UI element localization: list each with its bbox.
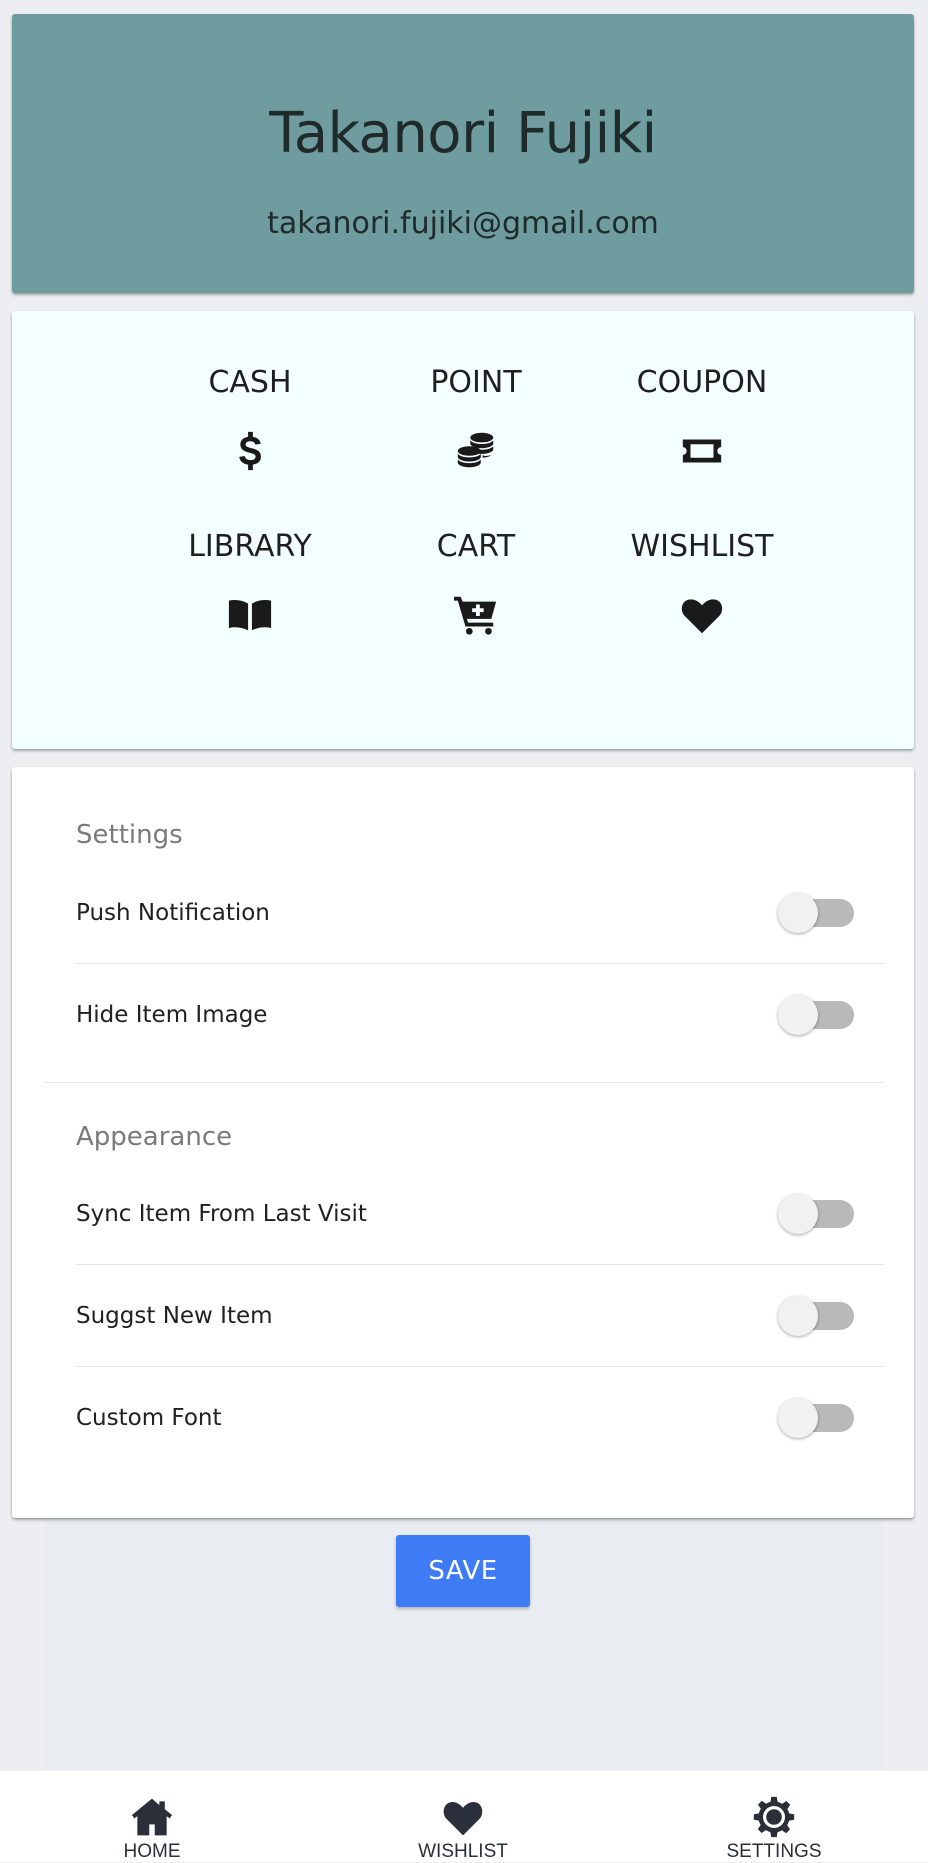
menu-label-library: LIBRARY [188, 529, 312, 564]
settings-section-title: Settings [76, 820, 183, 850]
toggle-knob [778, 1296, 818, 1336]
menu-label-point: POINT [430, 365, 522, 400]
hide-item-image-toggle[interactable] [778, 995, 854, 1035]
ticket-icon [589, 419, 815, 483]
menu-item-coupon[interactable]: COUPON [589, 363, 815, 527]
menu-grid: CASH POINT COUPON LIBRARY CART WISHLIST [137, 363, 813, 691]
coins-icon [363, 419, 589, 483]
setting-label: Push Notification [76, 900, 270, 926]
setting-row-sync-item: Sync Item From Last Visit [76, 1164, 884, 1265]
menu-card: CASH POINT COUPON LIBRARY CART WISHLIST [12, 311, 914, 749]
toggle-knob [778, 1194, 818, 1234]
nav-label-wishlist: WISHLIST [418, 1841, 508, 1862]
menu-label-cash: CASH [208, 365, 292, 400]
profile-header: Takanori Fujiki takanori.fujiki@gmail.co… [12, 14, 914, 293]
menu-label-wishlist: WISHLIST [630, 529, 774, 564]
setting-label: Custom Font [76, 1405, 222, 1431]
setting-label: Suggst New Item [76, 1303, 273, 1329]
menu-label-cart: CART [436, 529, 516, 564]
heart-icon [443, 1802, 483, 1836]
push-notification-toggle[interactable] [778, 893, 854, 933]
toggle-knob [778, 1398, 818, 1438]
nav-label-settings: SETTINGS [726, 1841, 822, 1862]
menu-item-wishlist[interactable]: WISHLIST [589, 527, 815, 691]
nav-item-home[interactable]: HOME [52, 1773, 252, 1863]
setting-label: Hide Item Image [76, 1002, 268, 1028]
menu-item-cart[interactable]: CART [363, 527, 589, 691]
home-icon [131, 1798, 173, 1836]
menu-item-library[interactable]: LIBRARY [137, 527, 363, 691]
save-button[interactable]: SAVE [396, 1535, 530, 1607]
profile-email: takanori.fujiki@gmail.com [267, 206, 659, 241]
suggest-new-item-toggle[interactable] [778, 1296, 854, 1336]
heart-icon [589, 583, 815, 647]
settings-card: Settings Push Notification Hide Item Ima… [12, 767, 914, 1518]
gear-icon [753, 1796, 795, 1838]
dollar-icon [137, 419, 363, 483]
menu-item-cash[interactable]: CASH [137, 363, 363, 527]
setting-row-custom-font: Custom Font [76, 1368, 884, 1468]
menu-item-point[interactable]: POINT [363, 363, 589, 527]
appearance-section-title: Appearance [76, 1122, 233, 1152]
sync-item-toggle[interactable] [778, 1194, 854, 1234]
nav-label-home: HOME [123, 1841, 181, 1862]
nav-item-wishlist[interactable]: WISHLIST [363, 1773, 563, 1863]
profile-name: Takanori Fujiki [269, 101, 657, 166]
setting-row-push-notification: Push Notification [76, 863, 884, 964]
setting-row-hide-item-image: Hide Item Image [76, 965, 884, 1065]
setting-label: Sync Item From Last Visit [76, 1201, 367, 1227]
section-divider [44, 1082, 884, 1083]
toggle-knob [778, 893, 818, 933]
menu-label-coupon: COUPON [636, 365, 768, 400]
custom-font-toggle[interactable] [778, 1398, 854, 1438]
nav-item-settings[interactable]: SETTINGS [674, 1773, 874, 1863]
toggle-knob [778, 995, 818, 1035]
cart-plus-icon [363, 583, 589, 647]
bottom-nav: HOME WISHLIST SETTINGS [0, 1771, 928, 1862]
book-open-icon [137, 583, 363, 647]
setting-row-suggest-new-item: Suggst New Item [76, 1266, 884, 1367]
